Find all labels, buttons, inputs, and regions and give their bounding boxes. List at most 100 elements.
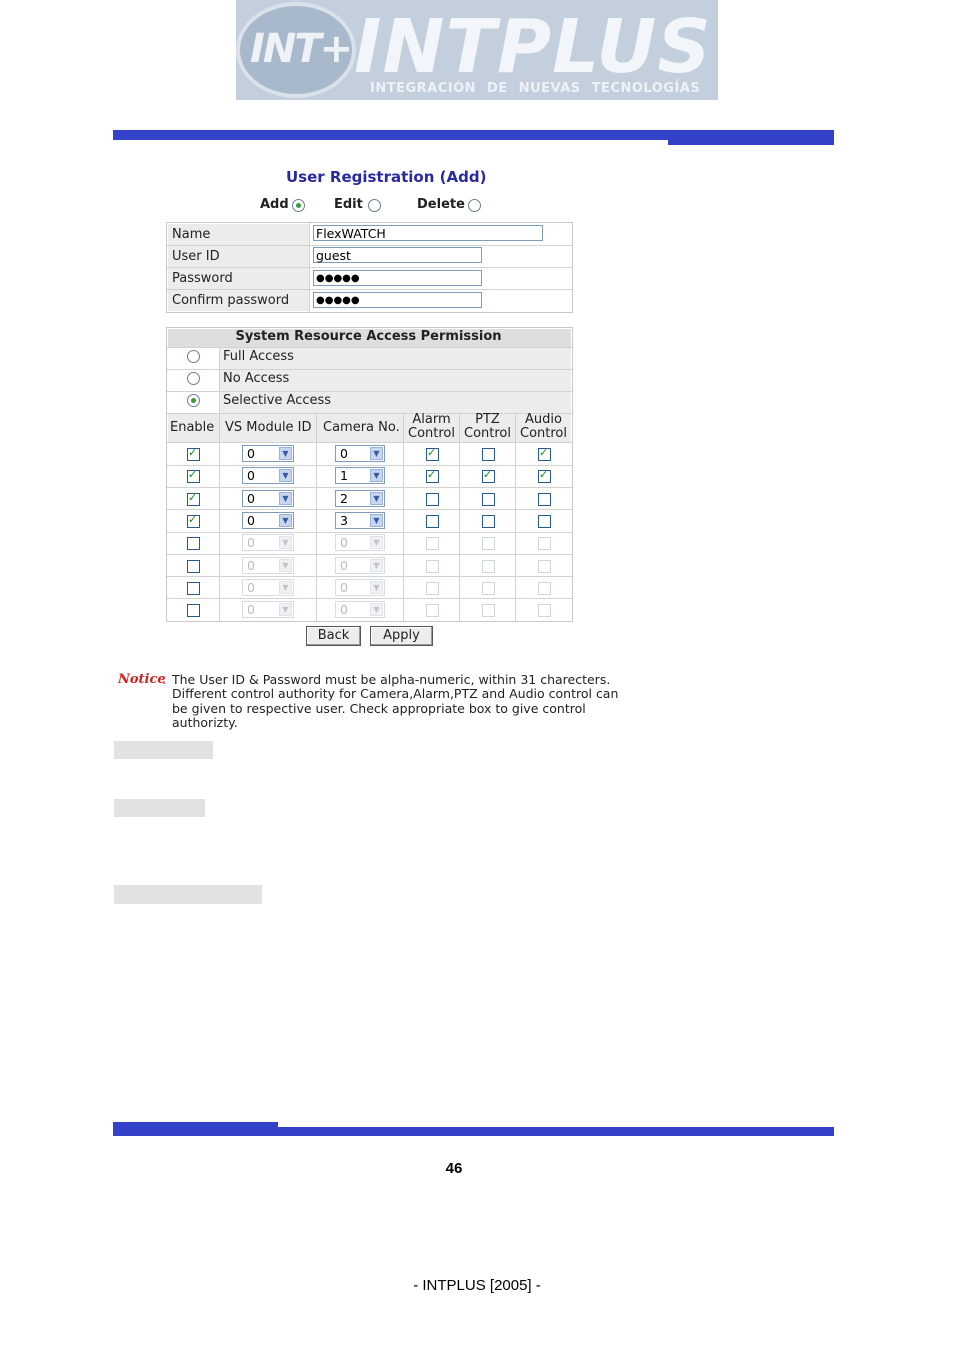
alarm-control-checkbox[interactable] (426, 446, 439, 461)
header-bar-tab (668, 138, 834, 145)
user-id-label: User ID (172, 249, 220, 264)
vs-module-value: 0 (247, 491, 255, 506)
page-number: 46 (445, 1160, 463, 1177)
vs-module-select: 0 ▼ (242, 534, 294, 551)
selective-access-label: Selective Access (223, 393, 332, 408)
logo-brand-text: INTPLUS (354, 4, 712, 90)
col-enable-header: Enable (170, 420, 215, 435)
full-access-label: Full Access (223, 349, 294, 364)
mode-delete-radio[interactable] (468, 199, 481, 212)
chevron-down-icon: ▼ (279, 581, 292, 594)
audio-control-checkbox (538, 582, 551, 595)
enable-checkbox[interactable] (187, 537, 200, 550)
chevron-down-icon: ▼ (279, 559, 292, 572)
camera-no-select[interactable]: 3 ▼ (335, 512, 385, 529)
enable-checkbox[interactable] (187, 446, 200, 461)
camera-no-select[interactable]: 2 ▼ (335, 490, 385, 507)
audio-control-checkbox[interactable] (538, 468, 551, 483)
vs-module-select: 0 ▼ (242, 601, 294, 618)
mode-edit-radio[interactable] (368, 199, 381, 212)
intplus-logo: INT+ INTPLUS INTEGRACIÓN DE NUEVAS TECNO… (236, 0, 718, 100)
enable-checkbox[interactable] (187, 560, 200, 573)
camera-no-value: 0 (340, 580, 348, 595)
notice-colon: : (162, 673, 167, 688)
password-input[interactable]: ●●●●● (313, 270, 482, 286)
ptz-control-checkbox[interactable] (482, 515, 495, 528)
footer-bar (113, 1127, 834, 1136)
chevron-down-icon: ▼ (279, 447, 292, 460)
enable-checkbox[interactable] (187, 604, 200, 617)
redacted-block (114, 741, 213, 759)
form-title: User Registration (Add) (286, 168, 487, 186)
vs-module-value: 0 (247, 535, 255, 550)
audio-control-checkbox[interactable] (538, 515, 551, 528)
alarm-control-checkbox (426, 560, 439, 573)
chevron-down-icon: ▼ (370, 603, 383, 616)
ptz-control-checkbox (482, 537, 495, 550)
col-module-header: VS Module ID (225, 420, 312, 435)
vs-module-select[interactable]: 0 ▼ (242, 467, 294, 484)
vs-module-value: 0 (247, 558, 255, 573)
chevron-down-icon: ▼ (279, 492, 292, 505)
alarm-control-checkbox (426, 582, 439, 595)
chevron-down-icon: ▼ (279, 514, 292, 527)
no-access-radio[interactable] (187, 372, 200, 385)
mode-add-radio[interactable] (292, 199, 305, 212)
vs-module-value: 0 (247, 513, 255, 528)
vs-module-value: 0 (247, 446, 255, 461)
vs-module-select[interactable]: 0 ▼ (242, 512, 294, 529)
confirm-password-input[interactable]: ●●●●● (313, 292, 482, 308)
enable-checkbox[interactable] (187, 491, 200, 506)
camera-no-select[interactable]: 1 ▼ (335, 467, 385, 484)
col-ptz-header: PTZ Control (464, 412, 511, 441)
back-button[interactable]: Back (306, 626, 361, 646)
name-label: Name (172, 227, 211, 242)
redacted-block (114, 885, 262, 904)
user-id-input[interactable]: guest (313, 247, 482, 263)
ptz-control-checkbox[interactable] (482, 448, 495, 461)
password-label: Password (172, 271, 233, 286)
vs-module-value: 0 (247, 580, 255, 595)
audio-control-checkbox[interactable] (538, 446, 551, 461)
notice-text: The User ID & Password must be alpha-num… (172, 672, 619, 730)
notice-label: Notice (118, 672, 166, 687)
vs-module-select: 0 ▼ (242, 579, 294, 596)
logo-tagline: INTEGRACIÓN DE NUEVAS TECNOLOGÍAS (370, 81, 701, 96)
no-access-label: No Access (223, 371, 290, 386)
vs-module-value: 0 (247, 468, 255, 483)
alarm-control-checkbox[interactable] (426, 515, 439, 528)
alarm-control-checkbox (426, 604, 439, 617)
chevron-down-icon: ▼ (370, 559, 383, 572)
chevron-down-icon: ▼ (370, 581, 383, 594)
chevron-down-icon: ▼ (279, 603, 292, 616)
apply-button[interactable]: Apply (370, 626, 433, 646)
mode-add-label: Add (260, 197, 289, 212)
camera-no-value: 3 (340, 513, 348, 528)
logo-emblem-text: INT+ (250, 26, 353, 72)
confirm-password-label: Confirm password (172, 293, 290, 308)
camera-no-value: 1 (340, 468, 348, 483)
camera-no-value: 0 (340, 446, 348, 461)
alarm-control-checkbox[interactable] (426, 468, 439, 483)
permission-title: System Resource Access Permission (235, 329, 502, 344)
ptz-control-checkbox[interactable] (482, 468, 495, 483)
alarm-control-checkbox[interactable] (426, 493, 439, 506)
selective-access-radio[interactable] (187, 394, 200, 407)
chevron-down-icon: ▼ (279, 469, 292, 482)
ptz-control-checkbox (482, 560, 495, 573)
camera-no-value: 2 (340, 491, 348, 506)
name-input[interactable]: FlexWATCH (313, 225, 543, 241)
chevron-down-icon: ▼ (279, 536, 292, 549)
ptz-control-checkbox (482, 604, 495, 617)
ptz-control-checkbox[interactable] (482, 493, 495, 506)
camera-no-value: 0 (340, 535, 348, 550)
audio-control-checkbox[interactable] (538, 493, 551, 506)
enable-checkbox[interactable] (187, 468, 200, 483)
vs-module-select[interactable]: 0 ▼ (242, 445, 294, 462)
full-access-radio[interactable] (187, 350, 200, 363)
enable-checkbox[interactable] (187, 513, 200, 528)
vs-module-select[interactable]: 0 ▼ (242, 490, 294, 507)
camera-no-select: 0 ▼ (335, 534, 385, 551)
camera-no-select[interactable]: 0 ▼ (335, 445, 385, 462)
enable-checkbox[interactable] (187, 582, 200, 595)
